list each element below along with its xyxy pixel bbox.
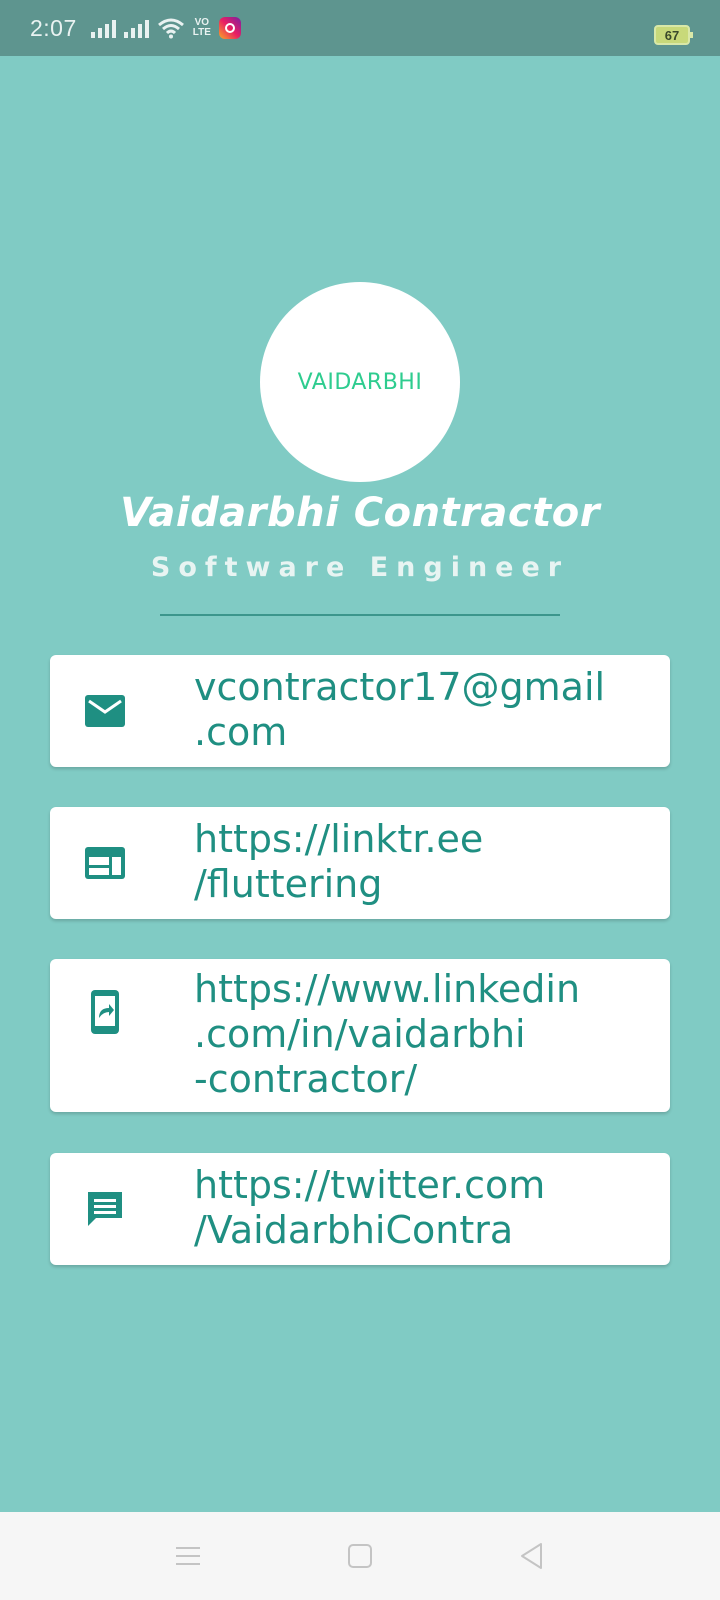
phone-forward-icon <box>84 990 126 1034</box>
twitter-card[interactable]: https://twitter.com /VaidarbhiContra <box>50 1153 670 1265</box>
back-button[interactable] <box>512 1536 552 1576</box>
website-line-1: https://linktr.ee <box>194 817 484 861</box>
message-icon <box>84 1188 126 1230</box>
linkedin-line-3: -contractor/ <box>194 1057 418 1101</box>
status-bar: 2:07 VO LTE 67 <box>0 0 720 56</box>
volte-icon: VO LTE <box>193 18 211 38</box>
signal-icon-2 <box>123 18 149 38</box>
twitter-line-1: https://twitter.com <box>194 1163 546 1207</box>
home-button[interactable] <box>340 1536 380 1576</box>
wifi-icon <box>157 18 184 39</box>
battery-level: 67 <box>664 27 680 43</box>
instagram-icon <box>218 17 241 39</box>
app-screen: 2:07 VO LTE 67 VAIDARBHI Vaidarbhi Contr… <box>0 0 720 1600</box>
menu-button[interactable] <box>168 1536 208 1576</box>
email-card[interactable]: vcontractor17@gmail .com <box>50 655 670 767</box>
profile-title: Software Engineer <box>150 552 570 583</box>
email-icon <box>84 690 126 732</box>
status-icons: VO LTE <box>90 17 241 39</box>
divider <box>160 614 560 616</box>
battery-icon: 67 <box>654 25 693 45</box>
avatar-text: VAIDARBHI <box>297 369 423 395</box>
website-text: https://linktr.ee /fluttering <box>194 817 650 907</box>
home-icon <box>348 1544 372 1568</box>
avatar: VAIDARBHI <box>260 282 460 482</box>
email-line-2: .com <box>194 710 288 754</box>
status-time: 2:07 <box>30 14 77 41</box>
email-text: vcontractor17@gmail .com <box>194 665 650 755</box>
twitter-line-2: /VaidarbhiContra <box>194 1208 514 1252</box>
linkedin-text: https://www.linkedin .com/in/vaidarbhi -… <box>194 967 650 1102</box>
twitter-text: https://twitter.com /VaidarbhiContra <box>194 1163 650 1253</box>
volte-bottom: LTE <box>192 27 211 38</box>
signal-icon <box>90 18 116 38</box>
website-line-2: /fluttering <box>194 862 383 906</box>
linkedin-card[interactable]: https://www.linkedin .com/in/vaidarbhi -… <box>50 959 670 1112</box>
linkedin-line-1: https://www.linkedin <box>194 967 581 1011</box>
navigation-bar <box>0 1512 720 1600</box>
website-card[interactable]: https://linktr.ee /fluttering <box>50 807 670 919</box>
linkedin-line-2: .com/in/vaidarbhi <box>194 1012 526 1056</box>
email-line-1: vcontractor17@gmail <box>194 665 606 709</box>
back-icon <box>521 1543 542 1569</box>
web-icon <box>84 842 126 884</box>
profile-name: Vaidarbhi Contractor <box>120 490 600 536</box>
menu-icon <box>176 1547 200 1565</box>
